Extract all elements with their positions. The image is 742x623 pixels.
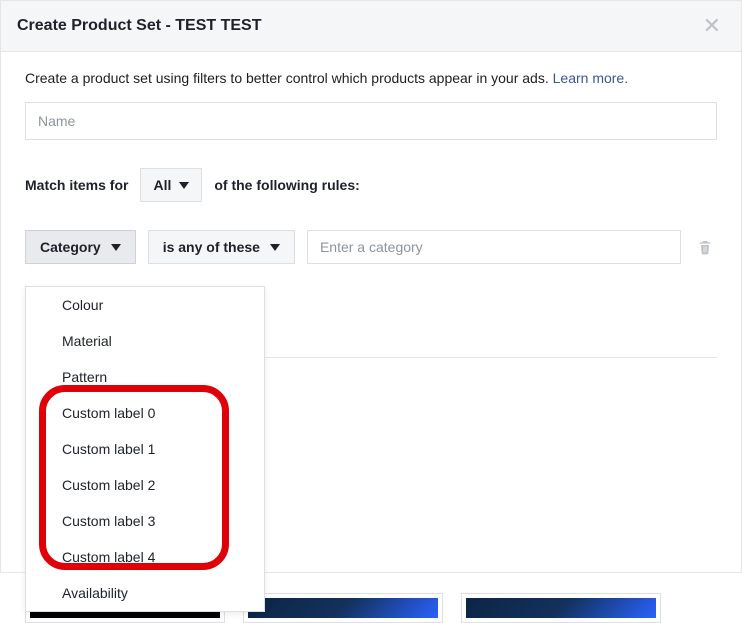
product-card[interactable] [243, 593, 443, 623]
rule-operator-select[interactable]: is any of these [148, 230, 295, 264]
delete-rule-button[interactable] [693, 230, 717, 264]
rule-field-dropdown: Colour Material Pattern Custom label 0 C… [25, 286, 265, 612]
product-image [466, 598, 656, 618]
caret-down-icon [270, 244, 280, 251]
modal-header: Create Product Set - TEST TEST ✕ [1, 1, 741, 52]
description-text: Create a product set using filters to be… [25, 70, 717, 86]
trash-icon [697, 239, 713, 255]
match-scope-select[interactable]: All [140, 168, 202, 202]
rule-value-input[interactable] [307, 230, 681, 264]
learn-more-link[interactable]: Learn more. [553, 70, 628, 86]
caret-down-icon [179, 182, 189, 189]
dropdown-item-material[interactable]: Material [26, 323, 264, 359]
match-rules-row: Match items for All of the following rul… [25, 168, 717, 202]
dropdown-item-colour[interactable]: Colour [26, 287, 264, 323]
match-suffix: of the following rules: [214, 177, 359, 193]
caret-down-icon [111, 244, 121, 251]
rule-field-select[interactable]: Category [25, 230, 136, 264]
rule-row: Category is any of these [25, 230, 717, 264]
dropdown-item-custom-label-1[interactable]: Custom label 1 [26, 431, 264, 467]
rule-operator-label: is any of these [163, 239, 260, 255]
modal-title: Create Product Set - TEST TEST [17, 17, 261, 35]
product-set-name-input[interactable] [25, 102, 717, 140]
match-scope-label: All [153, 177, 171, 193]
close-button[interactable]: ✕ [699, 15, 725, 37]
product-image [248, 598, 438, 618]
match-prefix: Match items for [25, 177, 128, 193]
close-icon: ✕ [703, 13, 721, 38]
dropdown-item-availability[interactable]: Availability [26, 575, 264, 611]
dropdown-item-custom-label-3[interactable]: Custom label 3 [26, 503, 264, 539]
dropdown-item-custom-label-0[interactable]: Custom label 0 [26, 395, 264, 431]
dropdown-item-pattern[interactable]: Pattern [26, 359, 264, 395]
description-body: Create a product set using filters to be… [25, 70, 553, 86]
product-card[interactable] [461, 593, 661, 623]
dropdown-item-custom-label-2[interactable]: Custom label 2 [26, 467, 264, 503]
create-product-set-modal: Create Product Set - TEST TEST ✕ Create … [0, 0, 742, 573]
modal-body: Create a product set using filters to be… [1, 52, 741, 572]
dropdown-item-custom-label-4[interactable]: Custom label 4 [26, 539, 264, 575]
rule-field-label: Category [40, 239, 101, 255]
